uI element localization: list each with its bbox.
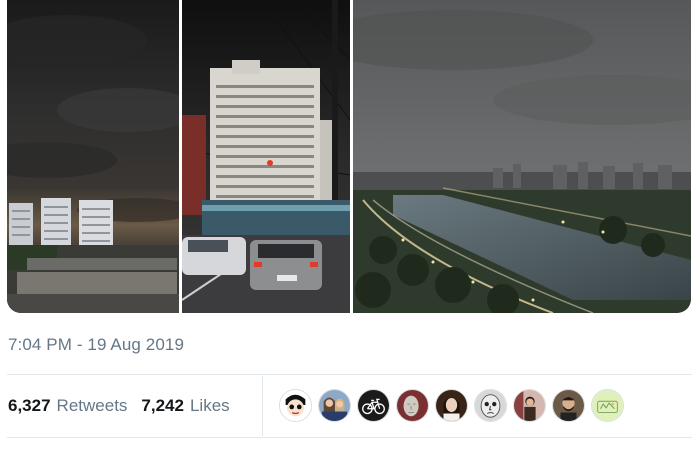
photo-street-tall-building-image (182, 0, 350, 313)
photo-street-tall-building[interactable] (182, 0, 350, 313)
photo-dark-storm-sky[interactable] (7, 0, 179, 313)
two-people-avatar[interactable] (318, 389, 351, 422)
pastel-drawing-avatar[interactable] (591, 389, 624, 422)
likes-stat[interactable]: 7,242 Likes (141, 396, 229, 416)
likes-label: Likes (189, 396, 230, 415)
divider-bottom (7, 437, 692, 438)
stats-separator (262, 376, 263, 436)
cartoon-face-avatar[interactable] (279, 389, 312, 422)
sculpture-face-avatar[interactable] (396, 389, 429, 422)
photo-dark-storm-sky-image (7, 0, 179, 313)
tweet-media-grid (7, 0, 691, 313)
divider-top (7, 374, 692, 375)
person-photo-avatar[interactable] (513, 389, 546, 422)
tweet-stats: 6,327 Retweets 7,242 Likes (8, 396, 244, 416)
bicycle-avatar[interactable] (357, 389, 390, 422)
retweets-count: 6,327 (8, 396, 51, 415)
tweet-timestamp[interactable]: 7:04 PM - 19 Aug 2019 (8, 335, 184, 355)
retweets-stat[interactable]: 6,327 Retweets (8, 396, 127, 416)
woman-portrait-avatar[interactable] (435, 389, 468, 422)
liker-avatars (279, 389, 630, 422)
likes-count: 7,242 (141, 396, 184, 415)
sketch-face-avatar[interactable] (474, 389, 507, 422)
retweets-label: Retweets (56, 396, 128, 415)
photo-river-highway-city[interactable] (353, 0, 691, 313)
bearded-man-avatar[interactable] (552, 389, 585, 422)
photo-river-highway-city-image (353, 0, 691, 313)
